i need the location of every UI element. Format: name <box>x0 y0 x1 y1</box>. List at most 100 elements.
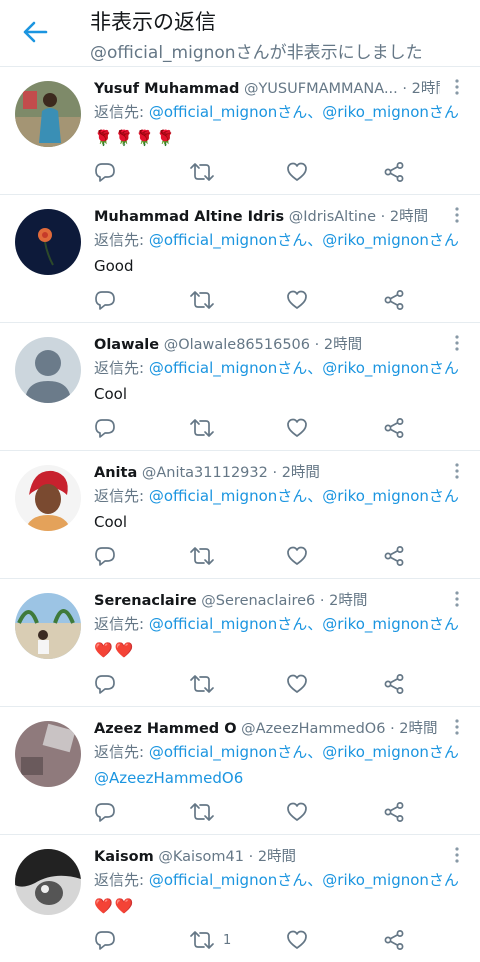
reply-context: 返信先: @official_mignonさん、@riko_mignonさん <box>94 741 459 763</box>
retweet-button[interactable] <box>189 160 223 184</box>
reply-mentions[interactable]: @official_mignonさん、@riko_mignonさん <box>149 487 459 505</box>
like-button[interactable] <box>286 160 308 184</box>
reply-button[interactable] <box>94 800 116 824</box>
retweet-button[interactable] <box>189 544 223 568</box>
display-name[interactable]: Anita <box>94 465 137 481</box>
display-name[interactable]: Serenaclaire <box>94 593 197 609</box>
display-name[interactable]: Olawale <box>94 337 159 353</box>
reply-tweet[interactable]: Muhammad Altine Idris @IdrisAltine · 2時間… <box>0 195 480 323</box>
share-button[interactable] <box>383 544 405 568</box>
tweet-text: ❤️❤️ <box>94 897 136 915</box>
display-name[interactable]: Yusuf Muhammad <box>94 81 239 97</box>
user-handle[interactable]: @Kaisom41 <box>158 849 244 865</box>
more-vertical-icon[interactable] <box>454 463 460 479</box>
reply-tweet[interactable]: Anita @Anita31112932 · 2時間 返信先: @officia… <box>0 451 480 579</box>
display-name[interactable]: Muhammad Altine Idris <box>94 209 284 225</box>
retweet-icon <box>190 547 214 565</box>
reply-prefix: 返信先: <box>94 615 149 633</box>
reply-mentions[interactable]: @official_mignonさん、@riko_mignonさん <box>149 231 459 249</box>
user-handle[interactable]: @AzeezHammedO6 <box>241 721 385 737</box>
reply-tweet[interactable]: Yusuf Muhammad @YUSUFMAMMANA... · 2時間 返信… <box>0 67 480 195</box>
share-icon <box>384 674 404 694</box>
tweet-actions <box>94 672 420 696</box>
timestamp[interactable]: 2時間 <box>282 465 320 481</box>
share-icon <box>384 546 404 566</box>
reply-tweet[interactable]: Serenaclaire @Serenaclaire6 · 2時間 返信先: @… <box>0 579 480 707</box>
reply-mentions[interactable]: @official_mignonさん、@riko_mignonさん <box>149 359 459 377</box>
reply-icon <box>95 163 115 182</box>
retweet-button[interactable]: 1 <box>189 928 231 952</box>
reply-context: 返信先: @official_mignonさん、@riko_mignonさん <box>94 229 459 251</box>
avatar[interactable] <box>15 849 81 915</box>
timestamp[interactable]: 2時間 <box>390 209 428 225</box>
timestamp[interactable]: 2時間 <box>399 721 437 737</box>
like-button[interactable] <box>286 672 308 696</box>
user-handle[interactable]: @Olawale86516506 <box>164 337 310 353</box>
avatar[interactable] <box>15 721 81 787</box>
reply-button[interactable] <box>94 416 116 440</box>
reply-tweet[interactable]: Kaisom @Kaisom41 · 2時間 返信先: @official_mi… <box>0 835 480 962</box>
separator-dot: · <box>402 81 407 97</box>
heart-icon <box>287 162 307 181</box>
retweet-button[interactable] <box>189 672 223 696</box>
reply-button[interactable] <box>94 672 116 696</box>
more-vertical-icon[interactable] <box>454 79 460 95</box>
share-button[interactable] <box>383 800 405 824</box>
share-button[interactable] <box>383 160 405 184</box>
user-handle[interactable]: @Serenaclaire6 <box>201 593 315 609</box>
retweet-button[interactable] <box>189 416 223 440</box>
tweet-text: Cool <box>94 513 127 531</box>
reply-mentions[interactable]: @official_mignonさん、@riko_mignonさん <box>149 743 459 761</box>
timestamp[interactable]: 2時間 <box>258 849 296 865</box>
user-handle[interactable]: @Anita31112932 <box>142 465 268 481</box>
tweet-text: ❤️❤️ <box>94 641 136 659</box>
avatar[interactable] <box>15 81 81 147</box>
reply-button[interactable] <box>94 544 116 568</box>
avatar[interactable] <box>15 337 81 403</box>
heart-icon <box>287 930 307 949</box>
back-arrow-icon[interactable] <box>22 21 48 43</box>
more-vertical-icon[interactable] <box>454 335 460 351</box>
retweet-icon <box>190 803 214 821</box>
timestamp[interactable]: 2時間 <box>329 593 367 609</box>
reply-mentions[interactable]: @official_mignonさん、@riko_mignonさん <box>149 103 459 121</box>
timestamp[interactable]: 2時間 <box>412 81 440 97</box>
reply-button[interactable] <box>94 288 116 312</box>
tweet-actions <box>94 288 420 312</box>
avatar[interactable] <box>15 465 81 531</box>
reply-button[interactable] <box>94 928 116 952</box>
more-vertical-icon[interactable] <box>454 591 460 607</box>
separator-dot: · <box>314 337 320 353</box>
share-icon <box>384 290 404 310</box>
reply-mentions[interactable]: @official_mignonさん、@riko_mignonさん <box>149 615 459 633</box>
more-vertical-icon[interactable] <box>454 719 460 735</box>
user-handle[interactable]: @IdrisAltine <box>289 209 376 225</box>
reply-mentions[interactable]: @official_mignonさん、@riko_mignonさん <box>149 871 459 889</box>
like-button[interactable] <box>286 928 308 952</box>
share-button[interactable] <box>383 288 405 312</box>
heart-icon <box>287 546 307 565</box>
reply-tweet[interactable]: Olawale @Olawale86516506 · 2時間 返信先: @off… <box>0 323 480 451</box>
like-button[interactable] <box>286 544 308 568</box>
timestamp[interactable]: 2時間 <box>324 337 362 353</box>
avatar[interactable] <box>15 209 81 275</box>
share-button[interactable] <box>383 672 405 696</box>
more-vertical-icon[interactable] <box>454 207 460 223</box>
display-name[interactable]: Kaisom <box>94 849 154 865</box>
more-vertical-icon[interactable] <box>454 847 460 863</box>
retweet-icon <box>190 163 214 181</box>
user-handle[interactable]: @YUSUFMAMMANA... <box>244 81 398 97</box>
tweet-header: Kaisom @Kaisom41 · 2時間 <box>94 847 440 867</box>
share-button[interactable] <box>383 928 405 952</box>
like-button[interactable] <box>286 800 308 824</box>
like-button[interactable] <box>286 416 308 440</box>
retweet-button[interactable] <box>189 288 223 312</box>
share-button[interactable] <box>383 416 405 440</box>
like-button[interactable] <box>286 288 308 312</box>
reply-tweet[interactable]: Azeez Hammed O @AzeezHammedO6 · 2時間 返信先:… <box>0 707 480 835</box>
reply-button[interactable] <box>94 160 116 184</box>
display-name[interactable]: Azeez Hammed O <box>94 721 237 737</box>
retweet-button[interactable] <box>189 800 223 824</box>
tweet-text[interactable]: @AzeezHammedO6 <box>94 767 243 789</box>
avatar[interactable] <box>15 593 81 659</box>
